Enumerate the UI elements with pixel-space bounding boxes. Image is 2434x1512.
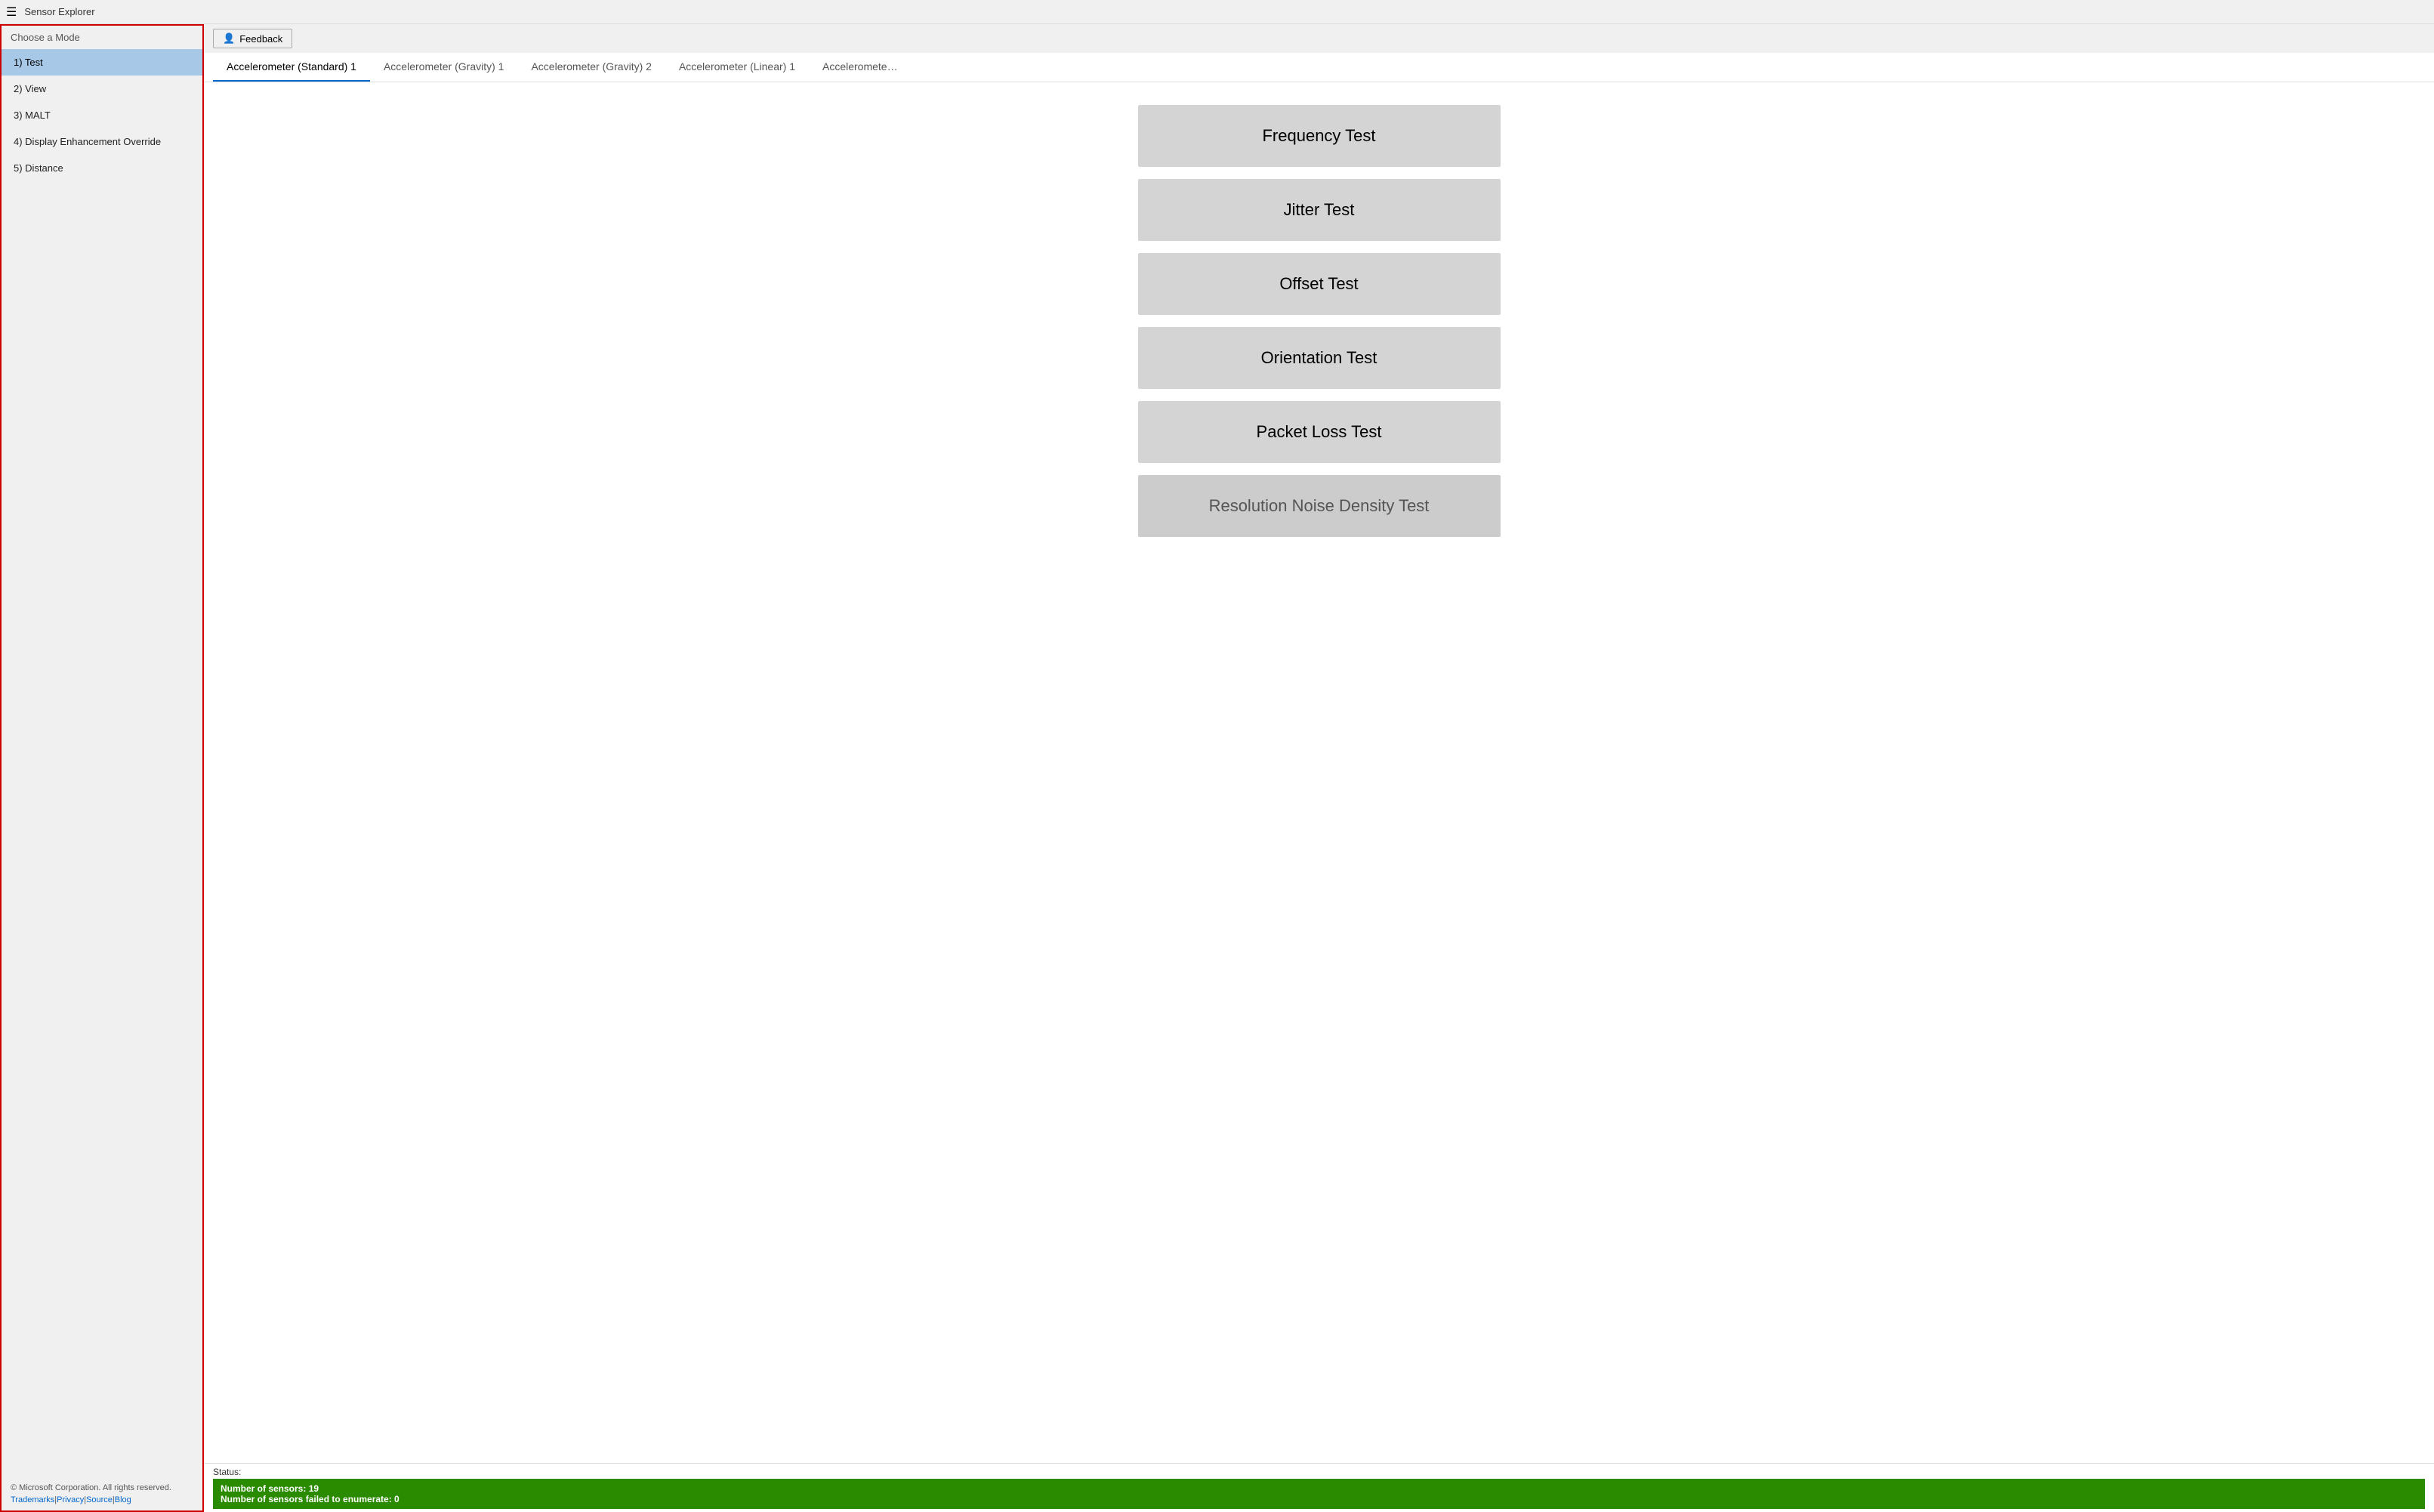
packet-loss-test-button[interactable]: Packet Loss Test [1138, 401, 1501, 463]
sidebar: Choose a Mode 1) Test 2) View 3) MALT 4)… [0, 24, 204, 1512]
status-bar: Status: Number of sensors: 19 Number of … [204, 1463, 2434, 1512]
tab-acc-grav-2[interactable]: Accelerometer (Gravity) 2 [517, 53, 665, 82]
status-label: Status: [213, 1467, 2425, 1477]
sidebar-footer: © Microsoft Corporation. All rights rese… [2, 1477, 202, 1510]
blog-link[interactable]: Blog [115, 1495, 131, 1504]
title-bar: ☰ Sensor Explorer [0, 0, 2434, 24]
status-line1: Number of sensors: 19 [221, 1483, 2417, 1494]
test-buttons-container: Frequency Test Jitter Test Offset Test O… [1138, 105, 1501, 537]
toolbar: 👤 Feedback [204, 24, 2434, 53]
resolution-noise-density-test-button[interactable]: Resolution Noise Density Test [1138, 475, 1501, 537]
orientation-test-button[interactable]: Orientation Test [1138, 327, 1501, 389]
sidebar-header: Choose a Mode [2, 26, 202, 49]
content-area: 👤 Feedback Accelerometer (Standard) 1 Ac… [204, 24, 2434, 1512]
tab-acc-std-1[interactable]: Accelerometer (Standard) 1 [213, 53, 370, 82]
source-link[interactable]: Source [86, 1495, 113, 1504]
privacy-link[interactable]: Privacy [57, 1495, 84, 1504]
trademarks-link[interactable]: Trademarks [11, 1495, 54, 1504]
sidebar-item-view[interactable]: 2) View [2, 76, 202, 102]
tab-acc-lin-1[interactable]: Accelerometer (Linear) 1 [665, 53, 809, 82]
status-line2: Number of sensors failed to enumerate: 0 [221, 1494, 2417, 1504]
offset-test-button[interactable]: Offset Test [1138, 253, 1501, 315]
app-body: Choose a Mode 1) Test 2) View 3) MALT 4)… [0, 24, 2434, 1512]
sidebar-item-test[interactable]: 1) Test [2, 49, 202, 76]
tabs-bar: Accelerometer (Standard) 1 Accelerometer… [204, 53, 2434, 82]
frequency-test-button[interactable]: Frequency Test [1138, 105, 1501, 167]
main-content: Frequency Test Jitter Test Offset Test O… [204, 82, 2434, 1463]
hamburger-icon[interactable]: ☰ [6, 5, 17, 20]
tab-acc-grav-1[interactable]: Accelerometer (Gravity) 1 [370, 53, 517, 82]
sidebar-item-distance[interactable]: 5) Distance [2, 155, 202, 181]
feedback-icon: 👤 [223, 32, 235, 45]
feedback-label: Feedback [239, 33, 282, 45]
app-title: Sensor Explorer [24, 6, 94, 17]
tab-acc-more[interactable]: Acceleromete… [809, 53, 912, 82]
jitter-test-button[interactable]: Jitter Test [1138, 179, 1501, 241]
feedback-button[interactable]: 👤 Feedback [213, 29, 292, 48]
copyright-text: © Microsoft Corporation. All rights rese… [11, 1483, 193, 1492]
sidebar-item-display-enhancement[interactable]: 4) Display Enhancement Override [2, 128, 202, 155]
sidebar-item-malt[interactable]: 3) MALT [2, 102, 202, 128]
footer-links: Trademarks|Privacy|Source|Blog [11, 1495, 193, 1504]
status-content: Number of sensors: 19 Number of sensors … [213, 1479, 2425, 1509]
